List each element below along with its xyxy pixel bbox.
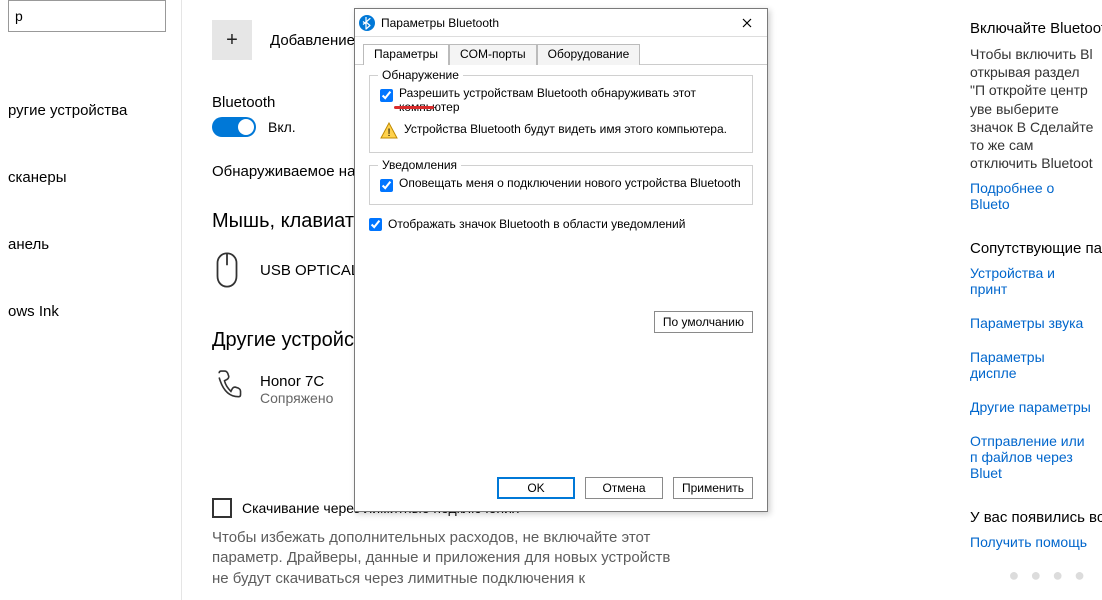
discovery-checkbox-label: Разрешить устройствам Bluetooth обнаружи…	[399, 86, 742, 114]
notify-checkbox[interactable]	[380, 179, 393, 192]
device-status: Сопряжено	[260, 390, 333, 406]
tray-checkbox-row[interactable]: Отображать значок Bluetooth в области ув…	[369, 217, 753, 231]
phone-icon	[212, 370, 242, 408]
dialog-tabs: Параметры COM-порты Оборудование	[355, 39, 767, 65]
help-heading-related: Сопутствующие пар	[970, 240, 1094, 257]
metered-description: Чтобы избежать дополнительных расходов, …	[212, 528, 672, 589]
help-heading-questions: У вас появились во	[970, 509, 1094, 526]
dialog-body: Обнаружение Разрешить устройствам Blueto…	[355, 65, 767, 467]
discovery-group: Обнаружение Разрешить устройствам Blueto…	[369, 75, 753, 153]
close-icon	[742, 18, 752, 28]
sidebar-item-windows-ink[interactable]: ows Ink	[0, 293, 181, 330]
notify-checkbox-row[interactable]: Оповещать меня о подключении нового устр…	[380, 176, 742, 192]
ok-button[interactable]: OK	[497, 477, 575, 499]
warning-icon: !	[380, 122, 398, 140]
device-name: USB OPTICAL	[260, 262, 359, 279]
apply-button[interactable]: Применить	[673, 477, 753, 499]
discovery-warning: ! Устройства Bluetooth будут видеть имя …	[380, 122, 742, 140]
link-more-bluetooth[interactable]: Подробнее о Blueto	[970, 180, 1094, 212]
help-panel: Включайте Bluetoot Чтобы включить Bl отк…	[962, 0, 1102, 600]
link-sound-settings[interactable]: Параметры звука	[970, 315, 1094, 331]
discovery-checkbox-row[interactable]: Разрешить устройствам Bluetooth обнаружи…	[380, 86, 742, 114]
close-button[interactable]	[731, 11, 763, 35]
settings-search[interactable]	[8, 0, 166, 32]
notifications-group: Уведомления Оповещать меня о подключении…	[369, 165, 753, 205]
discovery-warning-text: Устройства Bluetooth будут видеть имя эт…	[404, 122, 727, 136]
tray-checkbox[interactable]	[369, 218, 382, 231]
link-get-help[interactable]: Получить помощь	[970, 534, 1094, 550]
help-heading-turn-on: Включайте Bluetoot	[970, 20, 1094, 37]
sidebar-item-panel[interactable]: анель	[0, 226, 181, 263]
tab-com-ports[interactable]: COM-порты	[449, 44, 537, 65]
defaults-button[interactable]: По умолчанию	[654, 311, 753, 333]
tray-checkbox-label: Отображать значок Bluetooth в области ув…	[388, 217, 685, 231]
add-device-label: Добавление	[270, 32, 355, 49]
discovery-legend: Обнаружение	[378, 68, 463, 82]
cancel-button[interactable]: Отмена	[585, 477, 663, 499]
dialog-buttons: OK Отмена Применить	[355, 467, 767, 511]
dialog-titlebar[interactable]: Параметры Bluetooth	[355, 9, 767, 37]
watermark: ● ● ● ●	[1009, 565, 1089, 586]
notifications-legend: Уведомления	[378, 158, 461, 172]
dialog-title: Параметры Bluetooth	[381, 16, 499, 30]
sidebar-item-other-devices[interactable]: ругие устройства	[0, 92, 181, 129]
plus-icon: +	[212, 20, 252, 60]
svg-text:!: !	[387, 127, 390, 139]
sidebar-item-scanners[interactable]: сканеры	[0, 159, 181, 196]
device-name: Honor 7C	[260, 373, 333, 390]
mouse-icon	[212, 251, 242, 289]
help-text: Чтобы включить Bl открывая раздел "П отк…	[970, 45, 1094, 172]
discovery-checkbox[interactable]	[380, 89, 393, 102]
search-input[interactable]	[15, 8, 196, 24]
notify-checkbox-label: Оповещать меня о подключении нового устр…	[399, 176, 741, 190]
annotation-underline	[394, 106, 434, 109]
tab-parameters[interactable]: Параметры	[363, 44, 449, 65]
link-other-settings[interactable]: Другие параметры	[970, 399, 1094, 415]
bluetooth-toggle[interactable]	[212, 117, 256, 137]
checkbox-icon[interactable]	[212, 498, 232, 518]
tab-hardware[interactable]: Оборудование	[537, 44, 641, 65]
settings-sidebar: ругие устройства сканеры анель ows Ink	[0, 0, 182, 600]
bluetooth-toggle-state: Вкл.	[268, 119, 296, 135]
link-display-settings[interactable]: Параметры диспле	[970, 349, 1094, 381]
link-devices-printers[interactable]: Устройства и принт	[970, 265, 1094, 297]
bluetooth-icon	[359, 15, 375, 31]
link-send-receive-bluetooth[interactable]: Отправление или п файлов через Bluet	[970, 433, 1094, 481]
bluetooth-settings-dialog: Параметры Bluetooth Параметры COM-порты …	[354, 8, 768, 512]
